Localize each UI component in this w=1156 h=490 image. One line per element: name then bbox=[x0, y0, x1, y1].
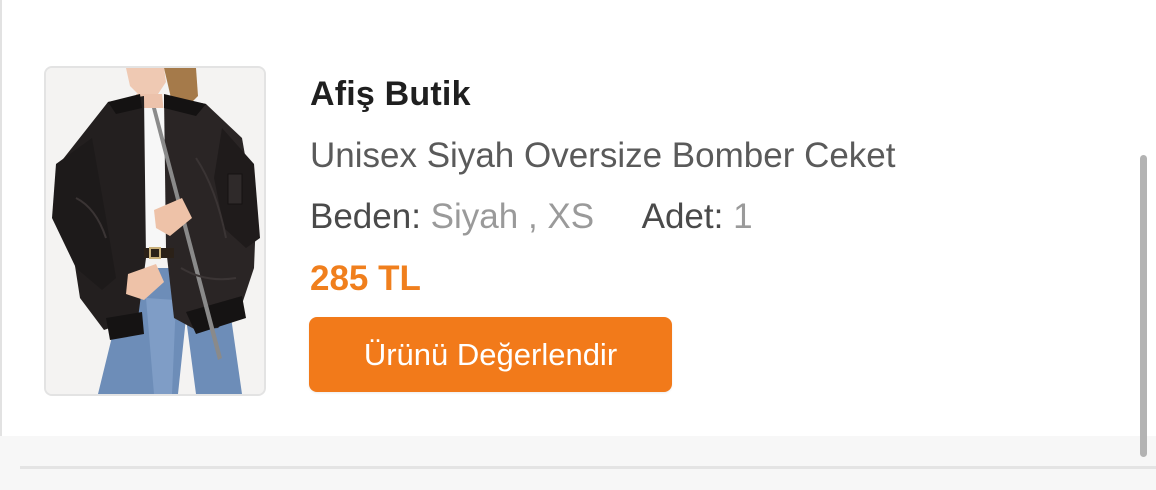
store-name[interactable]: Afiş Butik bbox=[310, 75, 471, 114]
scrollbar-thumb[interactable] bbox=[1140, 155, 1147, 457]
quantity-value: 1 bbox=[733, 197, 753, 236]
size-label: Beden: bbox=[310, 197, 421, 236]
list-separator bbox=[0, 436, 1156, 490]
jacket-photo bbox=[46, 68, 264, 394]
order-item-card: Afiş Butik Unisex Siyah Oversize Bomber … bbox=[0, 0, 1156, 436]
quantity-label: Adet: bbox=[641, 197, 724, 236]
product-title[interactable]: Unisex Siyah Oversize Bomber Ceket bbox=[310, 136, 896, 176]
size-value: Siyah , XS bbox=[430, 197, 595, 236]
divider bbox=[20, 466, 1156, 469]
product-price: 285 TL bbox=[310, 259, 421, 298]
product-attributes: Beden: Siyah , XS Adet: 1 bbox=[310, 197, 753, 237]
product-image[interactable] bbox=[44, 66, 266, 396]
review-product-button[interactable]: Ürünü Değerlendir bbox=[309, 317, 672, 392]
